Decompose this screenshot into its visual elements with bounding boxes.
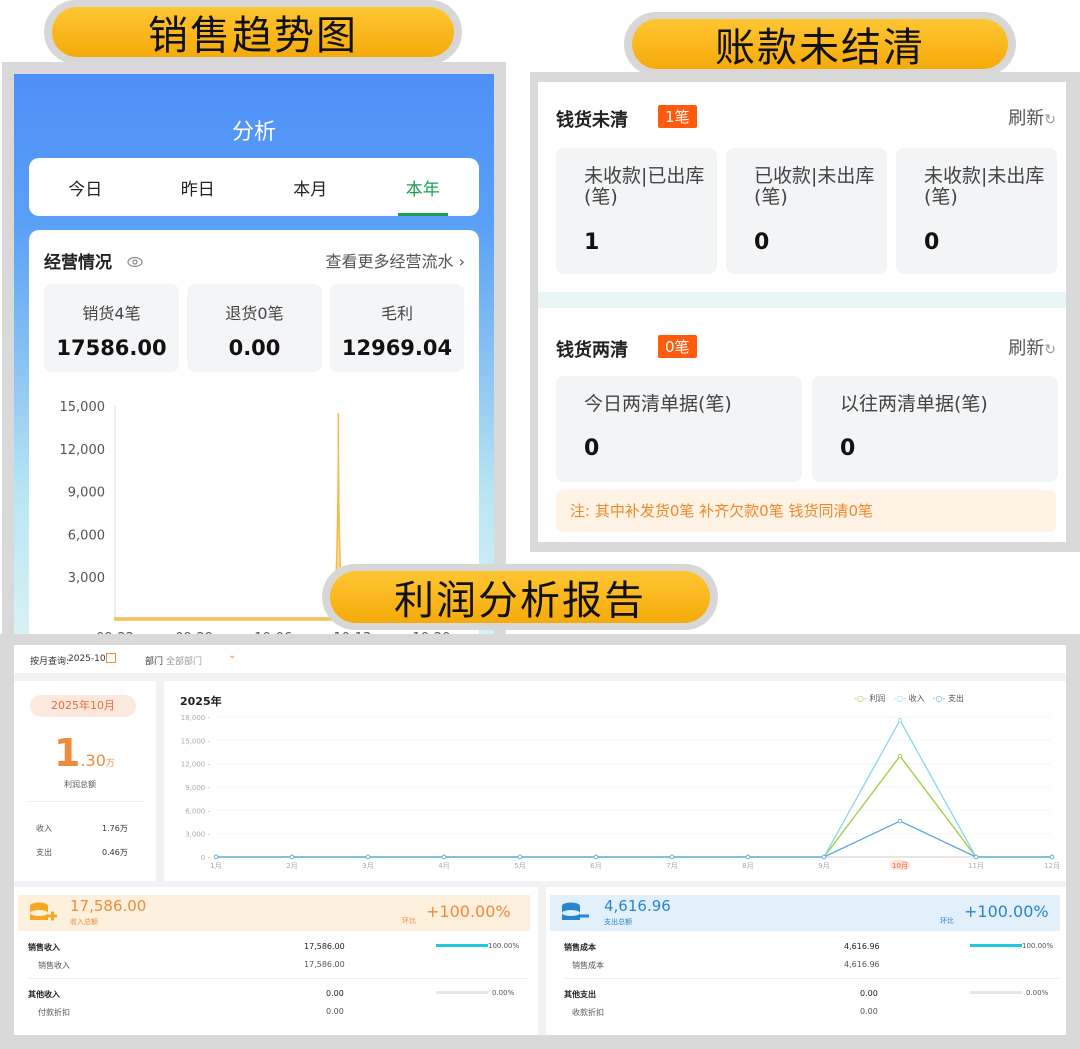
data-point (745, 854, 751, 860)
y-tick-label: 3,000 - (185, 831, 210, 839)
expense-bar (970, 944, 1022, 947)
phone-screen: 分析 今日 昨日 本月 本年 经营情况 查看更多经营流水 › 销货4笔 17586… (14, 74, 494, 634)
y-tick-label: 0 - (201, 854, 211, 862)
expense-card: 4,616.96 支出总额 环比 +100.00% 销售成本 4,616.96 … (546, 887, 1066, 1035)
data-point (897, 818, 903, 824)
x-tick-label: 11月 (968, 862, 984, 870)
data-point (517, 854, 523, 860)
chevron-down-icon[interactable]: ⌄ (228, 650, 236, 661)
refresh-icon: ↻ (1044, 342, 1056, 358)
data-point (441, 854, 447, 860)
expense-header: 4,616.96 支出总额 环比 +100.00% (550, 895, 1060, 931)
y-tick-label: 9,000 - (185, 784, 210, 792)
stat-returns: 退货0笔 0.00 (187, 284, 322, 372)
calendar-icon[interactable] (106, 653, 116, 663)
refresh-button[interactable]: 刷新↻ (1008, 104, 1056, 130)
month-picker[interactable]: 2025-10 (68, 654, 106, 664)
tab-month[interactable]: 本月 (254, 158, 367, 216)
more-link[interactable]: 查看更多经营流水 › (326, 248, 466, 272)
profit-report-label: 利润分析报告 (322, 564, 718, 630)
unsettled-box-3[interactable]: 未收款|未出库(笔) 0 (896, 148, 1057, 274)
x-tick-label: 7月 (666, 862, 677, 870)
annual-chart-card: 2025年 -○- 利润 -○- 收入 -○- 支出 0 -3,000 -6,0… (164, 681, 1066, 881)
unsettled-badge: 1笔 (658, 105, 697, 128)
refresh-icon: ↻ (1044, 112, 1056, 128)
data-point (973, 854, 979, 860)
stat-sales: 销货4笔 17586.00 (44, 284, 179, 372)
y-tick-label: 12,000 - (181, 761, 211, 769)
unsettled-title: 钱货未清 (556, 110, 628, 131)
other-expense-bar (970, 991, 1022, 994)
annual-line-chart: 0 - 3,000 - 6,000 - 9,000 - 12,000 - 15,000 -… (181, 714, 1060, 870)
profit-summary: 2025年10月 1.30万 利润总额 收入 1.76万 支出 0.46万 (14, 681, 156, 881)
eye-icon[interactable] (126, 255, 144, 269)
unsettled-panel: 钱货未清 1笔 刷新↻ 未收款|已出库(笔) 1 已收款|未出库(笔) 0 未收款|… (538, 82, 1066, 542)
x-tick-label: 2月 (286, 862, 297, 870)
refresh-button-2[interactable]: 刷新↻ (1008, 334, 1056, 360)
tab-today[interactable]: 今日 (29, 158, 142, 216)
sales-trend-label: 销售趋势图 (44, 0, 462, 64)
series-line-支出 (216, 820, 1052, 858)
dept-select[interactable]: 全部部门 (166, 654, 202, 667)
x-tick-label: 8月 (742, 862, 753, 870)
data-point (897, 753, 903, 759)
data-point (289, 854, 295, 860)
x-tick-label: 12月 (1044, 862, 1060, 870)
y-tick-label: 3,000 (68, 571, 105, 586)
divider (28, 978, 528, 979)
page-title: 分析 (231, 120, 276, 145)
coins-minus-icon (562, 902, 589, 920)
x-tick-label: 9月 (818, 862, 829, 870)
data-point (593, 854, 599, 860)
x-tick-label: 10月 (892, 862, 908, 870)
settled-note: 注: 其中补发货0笔 补齐欠款0笔 钱货同清0笔 (556, 490, 1056, 532)
x-tick-label: 5月 (514, 862, 525, 870)
tab-yesterday[interactable]: 昨日 (142, 158, 255, 216)
data-point (1049, 854, 1055, 860)
divider (28, 801, 144, 802)
x-tick-label: 6月 (590, 862, 601, 870)
profit-total: 1.30万 (54, 731, 115, 775)
settled-box-past[interactable]: 以往两清单据(笔) 0 (812, 376, 1058, 482)
y-tick-label: 9,000 (68, 486, 105, 501)
period-tabs: 今日 昨日 本月 本年 (29, 158, 479, 216)
settled-badge: 0笔 (658, 335, 697, 358)
y-tick-label: 6,000 (68, 528, 105, 543)
unsettled-label: 账款未结清 (624, 12, 1016, 76)
y-tick-label: 18,000 - (181, 714, 211, 722)
x-tick-label: 4月 (438, 862, 449, 870)
series-line-利润 (216, 755, 1052, 858)
section-title: 经营情况 (44, 248, 144, 273)
tab-year[interactable]: 本年 (367, 158, 480, 216)
month-badge: 2025年10月 (30, 695, 136, 717)
y-tick-label: 12,000 (60, 443, 106, 458)
y-tick-label: 6,000 - (185, 807, 210, 815)
unsettled-box-2[interactable]: 已收款|未出库(笔) 0 (726, 148, 887, 274)
income-card: 17,586.00 收入总额 环比 +100.00% 销售收入 17,586.0… (14, 887, 538, 1035)
x-tick-label: 3月 (362, 862, 373, 870)
chevron-right-icon: › (453, 252, 465, 271)
income-bar (436, 944, 488, 947)
data-point (669, 854, 675, 860)
data-point (365, 854, 371, 860)
other-income-bar (436, 991, 488, 994)
settled-title: 钱货两清 (556, 340, 628, 361)
y-tick-label: 15,000 - (181, 737, 211, 745)
filter-bar: 按月查询: 2025-10 部门 全部部门 ⌄ (14, 645, 1066, 673)
data-point (821, 854, 827, 860)
coins-add-icon (30, 902, 57, 921)
stat-profit: 毛利 12969.04 (330, 284, 464, 372)
unsettled-box-1[interactable]: 未收款|已出库(笔) 1 (556, 148, 717, 274)
divider (564, 978, 1060, 979)
data-point (213, 854, 219, 860)
divider (538, 292, 1066, 308)
income-header: 17,586.00 收入总额 环比 +100.00% (18, 895, 530, 931)
settled-box-today[interactable]: 今日两清单据(笔) 0 (556, 376, 802, 482)
y-tick-label: 15,000 (60, 400, 106, 415)
data-point (897, 718, 903, 723)
x-tick-label: 1月 (210, 862, 221, 870)
